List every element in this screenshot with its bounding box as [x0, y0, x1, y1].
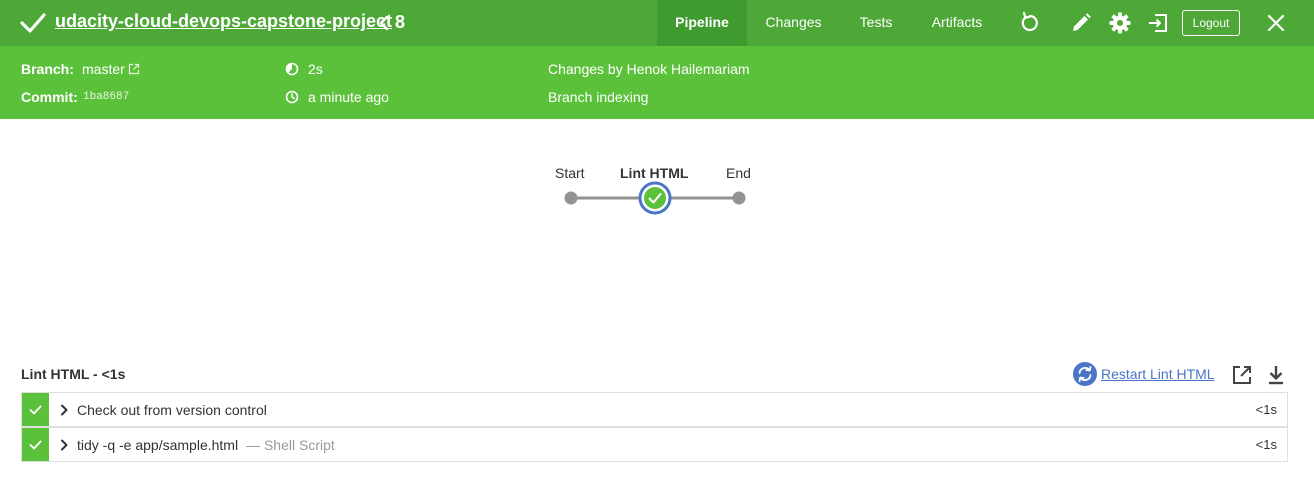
changes-by: Changes by Henok Hailemariam [548, 61, 750, 77]
run-cause: Branch indexing [548, 89, 649, 105]
open-log-external-icon[interactable] [1231, 364, 1253, 386]
stage-title: Lint HTML - <1s [21, 366, 126, 382]
step-check-icon [29, 440, 42, 450]
rerun-icon[interactable] [1018, 11, 1042, 35]
step-duration: <1s [1255, 402, 1277, 417]
step-command: tidy -q -e app/sample.html [77, 437, 239, 453]
chevron-right-icon[interactable] [60, 404, 68, 416]
duration-icon [285, 62, 299, 76]
logout-button[interactable]: Logout [1182, 10, 1240, 36]
run-details: Branch: master Commit: 1ba8687 2s a minu… [0, 46, 1314, 119]
top-bar: udacity-cloud-devops-capstone-project 8 … [0, 0, 1314, 46]
pipeline-title-link[interactable]: udacity-cloud-devops-capstone-project [55, 11, 392, 32]
edit-pencil-icon[interactable] [1069, 11, 1093, 35]
success-check-icon [20, 13, 46, 33]
node-label-end: End [726, 165, 751, 181]
close-icon[interactable] [1264, 11, 1288, 35]
tab-tests[interactable]: Tests [845, 0, 907, 46]
step-status-success [22, 428, 49, 461]
chevron-left-icon [379, 15, 389, 31]
branch-value[interactable]: master [82, 61, 125, 77]
step-command: Check out from version control [77, 402, 267, 418]
step-row[interactable]: Check out from version control <1s [21, 392, 1288, 427]
chevron-right-icon[interactable] [60, 439, 68, 451]
tab-changes[interactable]: Changes [752, 0, 835, 46]
branch-label: Branch: [21, 61, 74, 77]
run-number: 8 [395, 12, 406, 32]
node-label-start: Start [555, 165, 585, 181]
pipeline-graph: Start Lint HTML End [540, 160, 780, 220]
step-description: — Shell Script [246, 437, 335, 453]
gear-icon[interactable] [1108, 11, 1132, 35]
commit-label: Commit: [21, 89, 78, 105]
open-classic-icon[interactable] [1146, 11, 1170, 35]
step-duration: <1s [1255, 437, 1277, 452]
tab-pipeline[interactable]: Pipeline [657, 0, 747, 46]
step-status-success [22, 393, 49, 426]
step-check-icon [29, 405, 42, 415]
step-text: Check out from version control [77, 402, 267, 418]
download-icon[interactable] [1265, 364, 1287, 386]
tab-artifacts[interactable]: Artifacts [918, 0, 996, 46]
time-ago: a minute ago [308, 89, 389, 105]
restart-stage-link[interactable]: Restart Lint HTML [1101, 366, 1215, 382]
restart-icon [1073, 362, 1097, 386]
stage-node-lint-html[interactable] [644, 187, 666, 209]
clock-icon [285, 90, 299, 104]
start-node [564, 191, 578, 205]
external-link-icon[interactable] [128, 63, 140, 75]
step-row[interactable]: tidy -q -e app/sample.html — Shell Script… [21, 427, 1288, 462]
end-node [732, 191, 746, 205]
step-text: tidy -q -e app/sample.html — Shell Script [77, 437, 335, 453]
duration: 2s [308, 61, 323, 77]
commit-hash[interactable]: 1ba8687 [83, 91, 129, 103]
node-label-lint-html[interactable]: Lint HTML [620, 165, 688, 181]
